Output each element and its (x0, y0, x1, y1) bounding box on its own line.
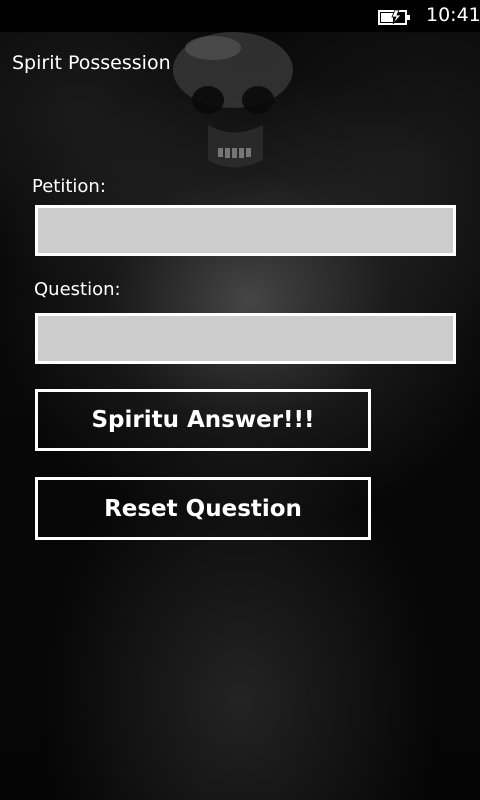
petition-label: Petition: (32, 176, 106, 197)
spiritu-answer-button[interactable]: Spiritu Answer!!! (35, 389, 371, 451)
app-title: Spirit Possession (12, 52, 171, 74)
petition-input[interactable] (35, 205, 456, 256)
battery-charging-icon (378, 9, 410, 25)
reset-question-button[interactable]: Reset Question (35, 477, 371, 540)
question-input[interactable] (35, 313, 456, 364)
status-time: 10:41 (426, 4, 480, 26)
skull-background-image (173, 32, 293, 168)
status-bar: 10:41 (0, 0, 480, 32)
app-screen: 10:41 Spirit Possession Petition: Questi… (0, 0, 480, 800)
question-label: Question: (34, 279, 121, 300)
